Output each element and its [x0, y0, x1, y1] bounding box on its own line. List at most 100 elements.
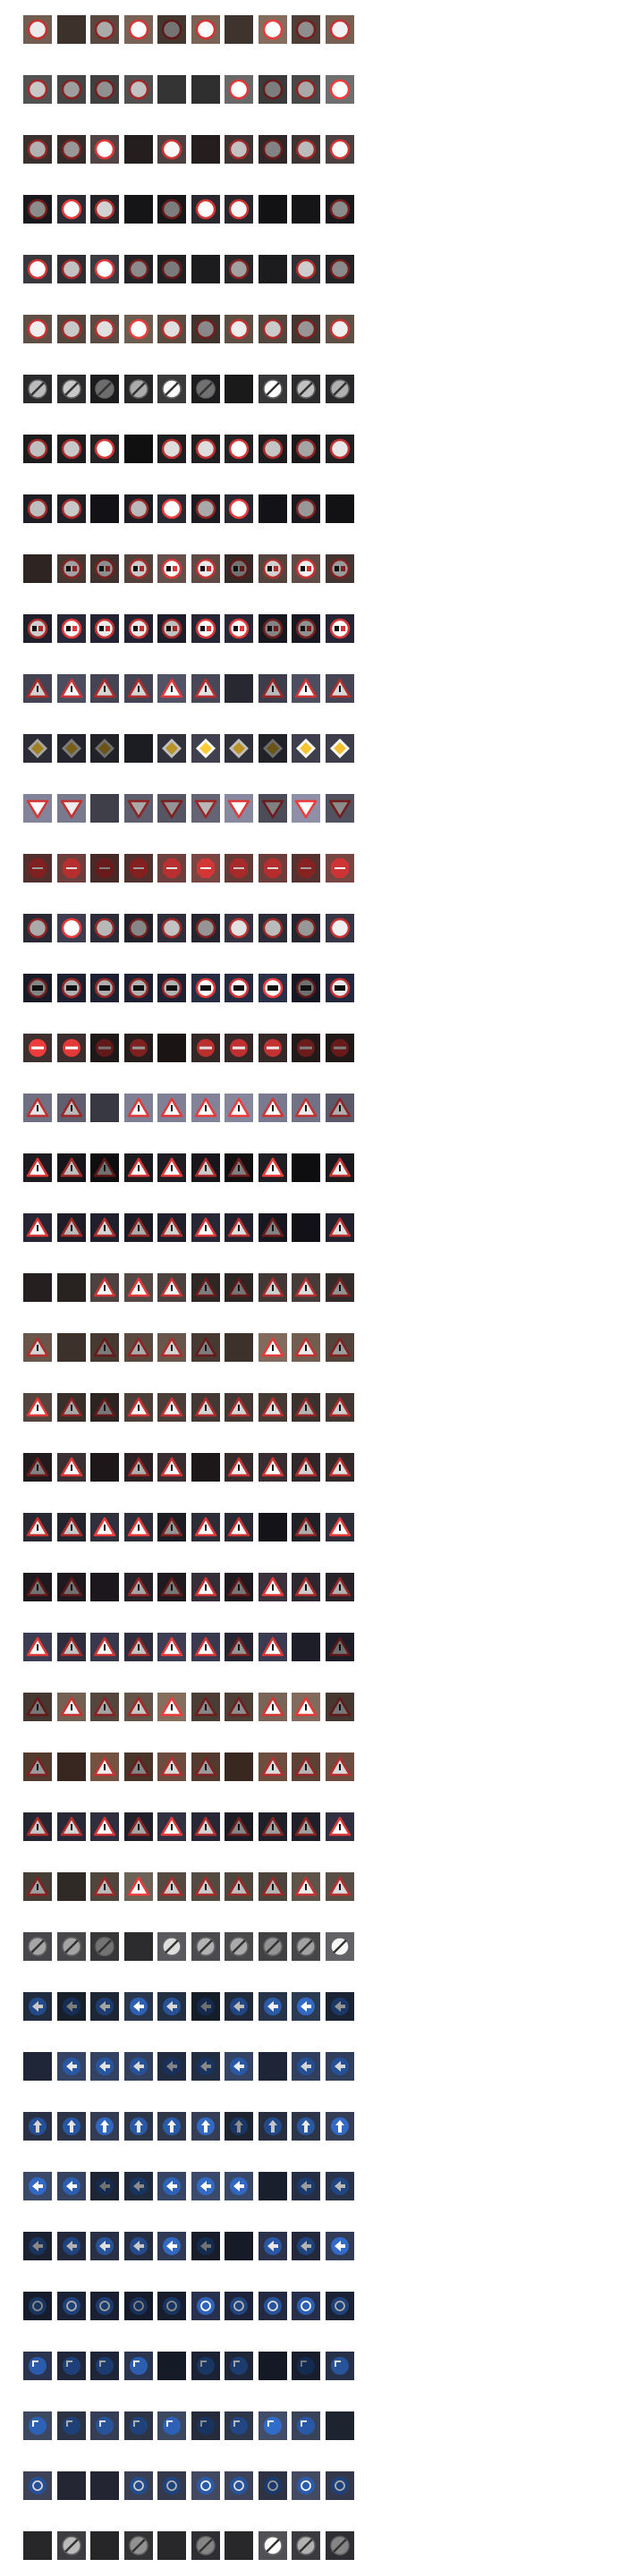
- sign-thumbnail: [124, 554, 153, 583]
- sign-thumbnail: [157, 1453, 186, 1482]
- sign-thumbnail: [292, 914, 320, 942]
- sign-thumbnail: [90, 255, 119, 283]
- sign-image: [23, 974, 52, 1002]
- sign-thumbnail: [23, 2411, 52, 2440]
- sign-thumbnail: [157, 1932, 186, 1961]
- sign-image: [90, 554, 119, 583]
- sign-thumbnail: [326, 2112, 354, 2141]
- sign-image: [292, 494, 320, 523]
- sign-image: [191, 2232, 220, 2260]
- sign-image: [157, 494, 186, 523]
- sign-image: [90, 734, 119, 763]
- sign-image: [124, 75, 153, 104]
- sign-thumbnail: [326, 1094, 354, 1122]
- sign-image: [90, 2172, 119, 2200]
- sign-image: [292, 974, 320, 1002]
- sign-thumbnail: [326, 1453, 354, 1482]
- sign-image: [225, 255, 253, 283]
- sign-thumbnail: [90, 1513, 119, 1541]
- sign-thumbnail: [124, 1753, 153, 1781]
- sign-thumbnail: [258, 75, 287, 104]
- sign-thumbnail: [326, 494, 354, 523]
- sign-image: [90, 614, 119, 643]
- sign-image: [258, 554, 287, 583]
- sign-image: [90, 2531, 119, 2560]
- sign-image: [292, 195, 320, 224]
- sign-thumbnail: [258, 854, 287, 883]
- sign-thumbnail: [292, 255, 320, 283]
- sign-thumbnail: [258, 1034, 287, 1062]
- sign-thumbnail: [225, 494, 253, 523]
- sign-image: [292, 135, 320, 164]
- sign-image: [191, 734, 220, 763]
- sign-image: [23, 1153, 52, 1182]
- sign-image: [90, 1513, 119, 1541]
- sign-image: [90, 974, 119, 1002]
- sign-thumbnail: [191, 2112, 220, 2141]
- sign-thumbnail: [258, 974, 287, 1002]
- sign-thumbnail: [191, 794, 220, 823]
- sign-image: [258, 1034, 287, 1062]
- sign-image: [57, 2232, 86, 2260]
- sign-image: [124, 1932, 153, 1961]
- sign-thumbnail: [225, 2112, 253, 2141]
- sign-thumbnail: [326, 2411, 354, 2440]
- sign-image: [124, 15, 153, 44]
- sign-image: [124, 2172, 153, 2200]
- sign-thumbnail: [225, 734, 253, 763]
- sign-thumbnail: [124, 375, 153, 403]
- image-row: [0, 1498, 644, 1558]
- sign-image: [157, 674, 186, 703]
- image-row: [0, 60, 644, 120]
- sign-image: [157, 554, 186, 583]
- sign-thumbnail: [157, 1633, 186, 1661]
- image-row: [0, 1558, 644, 1617]
- sign-thumbnail: [90, 974, 119, 1002]
- sign-image: [326, 1932, 354, 1961]
- sign-thumbnail: [157, 75, 186, 104]
- sign-image: [23, 1273, 52, 1302]
- sign-image: [292, 2172, 320, 2200]
- sign-image: [157, 1333, 186, 1362]
- sign-image: [90, 1094, 119, 1122]
- sign-image: [57, 1333, 86, 1362]
- sign-image: [57, 2112, 86, 2141]
- sign-thumbnail: [326, 195, 354, 224]
- sign-image: [225, 794, 253, 823]
- sign-thumbnail: [90, 195, 119, 224]
- sign-image: [326, 1453, 354, 1482]
- sign-thumbnail: [90, 1812, 119, 1841]
- sign-image: [191, 554, 220, 583]
- sign-image: [90, 1812, 119, 1841]
- sign-image: [57, 734, 86, 763]
- sign-image: [23, 2292, 52, 2320]
- sign-thumbnail: [23, 1633, 52, 1661]
- sign-thumbnail: [225, 2471, 253, 2500]
- sign-thumbnail: [90, 2172, 119, 2200]
- sign-thumbnail: [90, 794, 119, 823]
- sign-thumbnail: [191, 1872, 220, 1901]
- sign-image: [258, 195, 287, 224]
- sign-thumbnail: [292, 375, 320, 403]
- sign-image: [292, 1753, 320, 1781]
- sign-thumbnail: [157, 2292, 186, 2320]
- sign-thumbnail: [292, 1872, 320, 1901]
- sign-image: [292, 1513, 320, 1541]
- sign-thumbnail: [292, 75, 320, 104]
- sign-thumbnail: [157, 375, 186, 403]
- sign-image: [225, 974, 253, 1002]
- sign-thumbnail: [292, 794, 320, 823]
- sign-thumbnail: [326, 614, 354, 643]
- sign-thumbnail: [225, 315, 253, 343]
- sign-thumbnail: [23, 794, 52, 823]
- sign-image: [225, 674, 253, 703]
- sign-thumbnail: [124, 674, 153, 703]
- image-row: [0, 1258, 644, 1318]
- sign-thumbnail: [23, 2172, 52, 2200]
- sign-image: [90, 2471, 119, 2500]
- sign-image: [191, 674, 220, 703]
- sign-thumbnail: [90, 2531, 119, 2560]
- sign-thumbnail: [326, 375, 354, 403]
- sign-image: [90, 75, 119, 104]
- sign-image: [124, 255, 153, 283]
